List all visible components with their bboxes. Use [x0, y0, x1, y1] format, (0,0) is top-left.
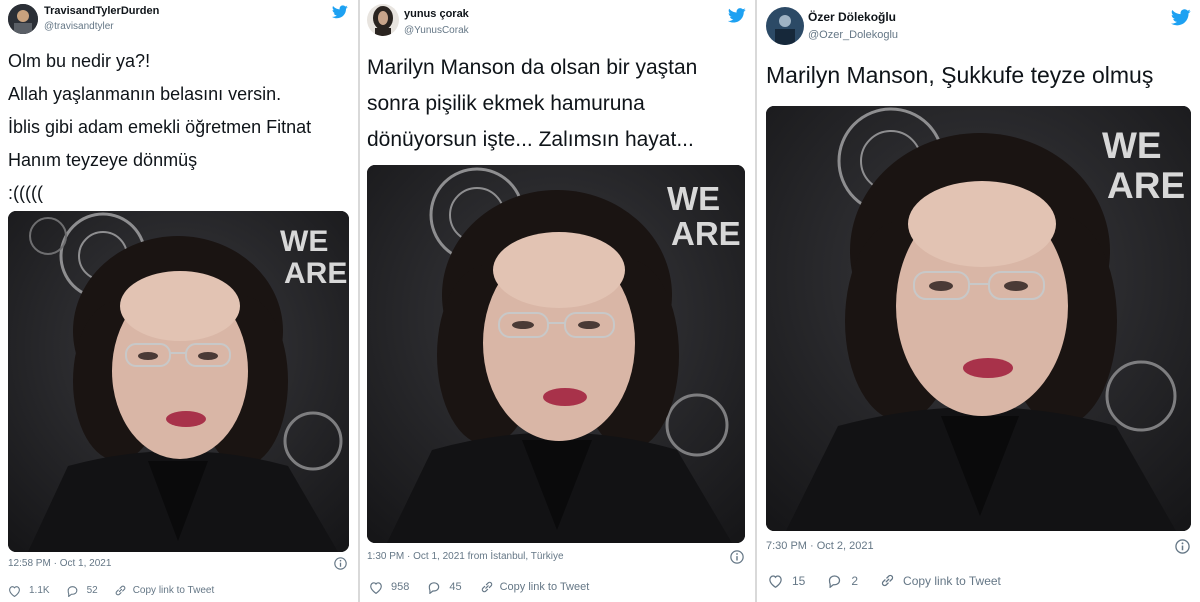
- tweet-photo[interactable]: WE ARE: [8, 211, 349, 552]
- copy-link-button[interactable]: Copy link to Tweet: [880, 573, 1001, 588]
- like-button[interactable]: 1.1K: [8, 585, 50, 597]
- avatar[interactable]: [367, 4, 399, 36]
- heart-icon: [9, 585, 20, 597]
- copy-link-label: Copy link to Tweet: [499, 581, 590, 593]
- link-icon: [115, 585, 126, 596]
- info-icon[interactable]: [730, 550, 744, 569]
- reply-count: 2: [851, 573, 859, 588]
- reply-icon: [829, 574, 841, 588]
- reply-count: 45: [449, 581, 462, 593]
- tweet-actions: 958 45 Copy link to Tweet: [369, 580, 589, 594]
- tweet-timestamp[interactable]: 1:30 PM · Oct 1, 2021 from İstanbul, Tür…: [367, 551, 564, 562]
- svg-text:WE: WE: [1102, 125, 1162, 166]
- like-button[interactable]: 958: [369, 581, 409, 594]
- tweet-card-3: Özer Dölekoğlu @Ozer_Dolekoglu Marilyn M…: [757, 0, 1200, 602]
- user-handle[interactable]: @travisandtyler: [44, 21, 114, 32]
- reply-button[interactable]: 52: [66, 585, 98, 597]
- reply-button[interactable]: 45: [427, 581, 462, 594]
- tweet-photo[interactable]: WE ARE: [367, 165, 745, 543]
- copy-link-label: Copy link to Tweet: [132, 585, 215, 596]
- reply-icon: [429, 581, 440, 594]
- user-handle[interactable]: @Ozer_Dolekoglu: [808, 29, 898, 41]
- user-name[interactable]: TravisandTylerDurden: [44, 5, 159, 17]
- info-icon[interactable]: [1175, 539, 1190, 559]
- copy-link-button[interactable]: Copy link to Tweet: [480, 580, 590, 594]
- reply-icon: [67, 585, 77, 597]
- portrait-image: WE ARE: [8, 211, 349, 552]
- copy-link-label: Copy link to Tweet: [903, 573, 1001, 588]
- svg-text:ARE: ARE: [284, 257, 347, 290]
- heart-icon: [370, 581, 382, 594]
- avatar[interactable]: [8, 4, 38, 34]
- tweet-text: Olm bu nedir ya?! Allah yaşlanmanın bela…: [8, 51, 312, 203]
- tweet-timestamp[interactable]: 7:30 PM · Oct 2, 2021: [766, 540, 874, 552]
- like-count: 958: [391, 581, 410, 593]
- link-icon: [881, 574, 894, 587]
- tweet-timestamp[interactable]: 12:58 PM · Oct 1, 2021: [8, 558, 111, 569]
- twitter-bird-icon[interactable]: [331, 5, 348, 24]
- svg-text:WE: WE: [280, 225, 328, 258]
- user-name[interactable]: yunus çorak: [404, 8, 469, 20]
- svg-text:ARE: ARE: [1107, 165, 1185, 206]
- reply-button[interactable]: 2: [827, 574, 858, 588]
- avatar[interactable]: [766, 7, 804, 45]
- tweet-photo[interactable]: WE ARE: [766, 106, 1191, 531]
- tweet-card-2: yunus çorak @YunusCorak Marilyn Manson d…: [360, 0, 754, 602]
- twitter-bird-icon[interactable]: [1170, 9, 1191, 31]
- info-icon[interactable]: [334, 557, 347, 575]
- tweet-text: Marilyn Manson da olsan bir yaştan sonra…: [367, 56, 698, 151]
- tweet-actions: 15 2 Copy link to Tweet: [768, 573, 1001, 588]
- svg-text:WE: WE: [667, 180, 720, 217]
- portrait-image: WE ARE: [367, 165, 745, 543]
- user-handle[interactable]: @YunusCorak: [404, 25, 469, 36]
- link-icon: [481, 581, 492, 593]
- like-count: 15: [792, 573, 806, 588]
- twitter-bird-icon[interactable]: [727, 8, 746, 28]
- reply-count: 52: [86, 585, 98, 596]
- heart-icon: [769, 574, 782, 588]
- like-button[interactable]: 15: [768, 574, 805, 588]
- like-count: 1.1K: [29, 585, 50, 596]
- svg-text:ARE: ARE: [671, 215, 741, 252]
- portrait-image: WE ARE: [766, 106, 1191, 531]
- tweet-card-1: TravisandTylerDurden @travisandtyler Olm…: [0, 0, 357, 602]
- tweet-actions: 1.1K 52 Copy link to Tweet: [8, 584, 214, 597]
- copy-link-button[interactable]: Copy link to Tweet: [114, 584, 215, 597]
- tweet-text: Marilyn Manson, Şukkufe teyze olmuş: [766, 62, 1154, 88]
- user-name[interactable]: Özer Dölekoğlu: [808, 10, 896, 24]
